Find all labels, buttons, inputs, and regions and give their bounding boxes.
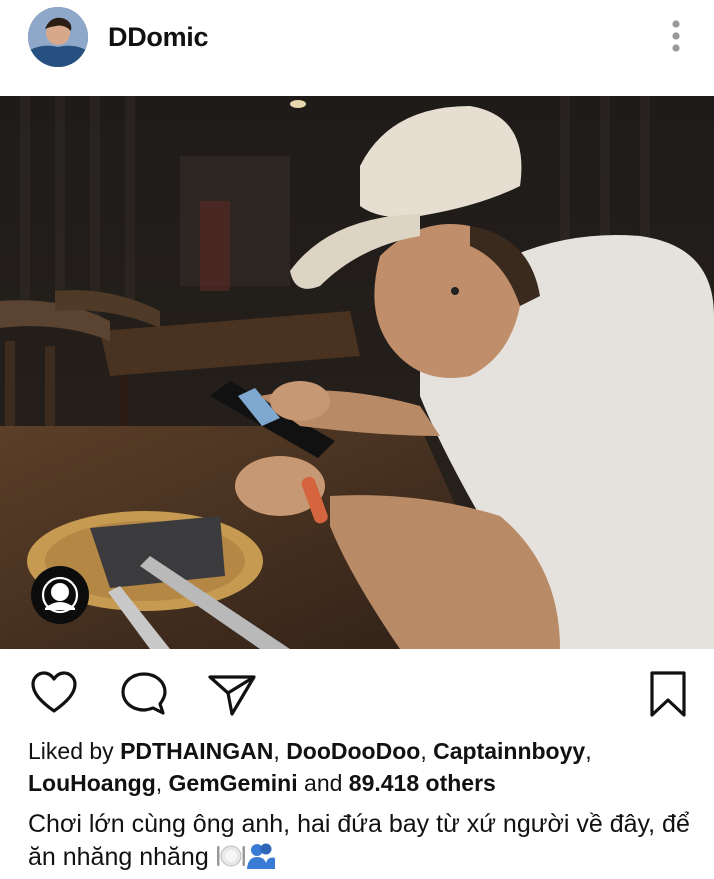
paper-plane-icon[interactable] (207, 673, 257, 722)
post-actions (0, 655, 714, 735)
likes-summary: Liked by PDTHAINGAN, DooDooDoo, Captainn… (28, 738, 592, 796)
bookmark-icon[interactable] (648, 670, 688, 723)
post-header: DDomic (0, 0, 714, 90)
others-count[interactable]: 89.418 others (349, 770, 496, 796)
plate-cutlery-emoji (216, 843, 246, 878)
user-tag-icon[interactable] (31, 566, 89, 624)
heart-icon[interactable] (30, 671, 78, 720)
and-label: and (304, 770, 343, 796)
avatar[interactable] (28, 7, 88, 67)
caption-text: Chơi lớn cùng ông anh, hai đứa bay từ xứ… (28, 810, 690, 871)
liker-username[interactable]: PDTHAINGAN (120, 738, 273, 764)
username[interactable]: DDomic (108, 22, 209, 53)
liker-username[interactable]: Captainnboyy (433, 738, 585, 764)
liker-username[interactable]: LouHoangg (28, 770, 156, 796)
liked-by-label: Liked by (28, 738, 114, 764)
people-hugging-emoji (246, 841, 276, 878)
more-vertical-icon[interactable] (666, 18, 686, 58)
post-caption: Chơi lớn cùng ông anh, hai đứa bay từ xứ… (28, 808, 698, 878)
liker-username[interactable]: GemGemini (169, 770, 298, 796)
liker-username[interactable]: DooDooDoo (286, 738, 420, 764)
post-photo[interactable] (0, 96, 714, 649)
comment-icon[interactable] (120, 671, 168, 722)
